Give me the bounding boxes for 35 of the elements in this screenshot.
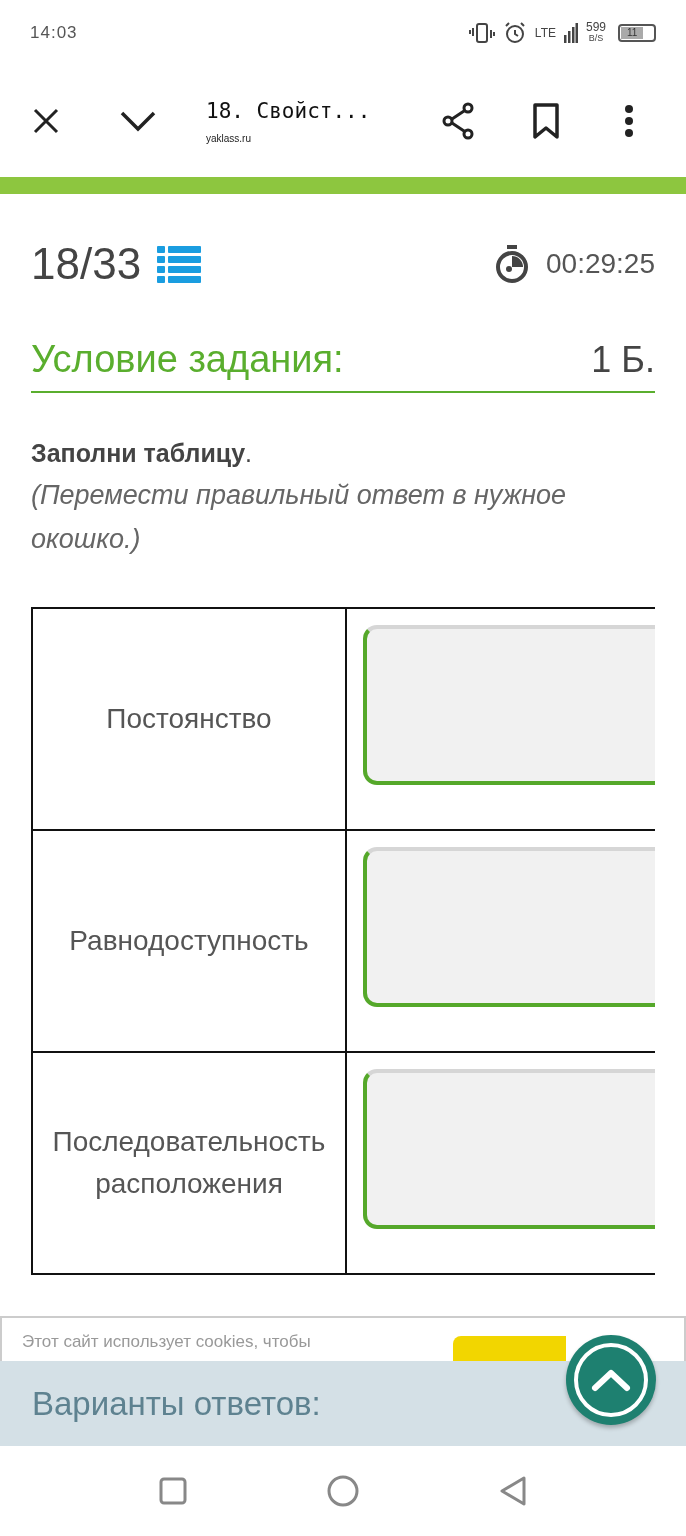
list-icon[interactable]: [157, 244, 202, 284]
stopwatch-icon: [494, 244, 530, 284]
back-icon[interactable]: [499, 1475, 527, 1507]
network-label: LTE: [534, 26, 556, 40]
table-cell: Равнодоступность: [32, 830, 346, 1052]
close-icon[interactable]: [32, 107, 60, 135]
cookie-notice: Этот сайт использует cookies, чтобы: [22, 1332, 311, 1352]
more-icon[interactable]: [624, 104, 634, 138]
drop-box[interactable]: [363, 847, 655, 1007]
battery-icon: 11: [618, 24, 656, 42]
page-url: yaklass.ru: [206, 132, 252, 144]
table-cell: Последовательность расположения: [32, 1052, 346, 1274]
speed-unit: B/S: [588, 33, 604, 44]
task-heading: Условие задания:: [31, 338, 344, 381]
drop-box[interactable]: [363, 625, 655, 785]
task-instruction: Заполни таблицу.: [31, 438, 254, 469]
table-cell: Постоянство: [32, 608, 346, 830]
task-points: 1 Б.: [591, 339, 655, 381]
page-title: 18. Свойст...: [206, 98, 372, 123]
scroll-up-button[interactable]: [566, 1335, 656, 1425]
recent-apps-icon[interactable]: [159, 1477, 187, 1505]
task-hint: (Перемести правильный ответ в нужное окошко.): [31, 479, 568, 556]
home-icon[interactable]: [327, 1475, 359, 1507]
speed-value: 599: [585, 22, 606, 33]
signal-icon: [563, 23, 578, 43]
status-time: 14:03: [30, 23, 78, 43]
drop-box[interactable]: [363, 1069, 655, 1229]
chevron-up-icon: [591, 1368, 631, 1392]
chevron-down-icon[interactable]: [120, 110, 156, 132]
vibrate-icon: [468, 22, 495, 44]
question-counter: 18/33: [31, 239, 142, 289]
share-icon[interactable]: [440, 102, 476, 140]
answers-heading: Варианты ответов:: [32, 1384, 321, 1423]
timer: 00:29:25: [546, 248, 655, 280]
bookmark-icon[interactable]: [532, 103, 560, 139]
